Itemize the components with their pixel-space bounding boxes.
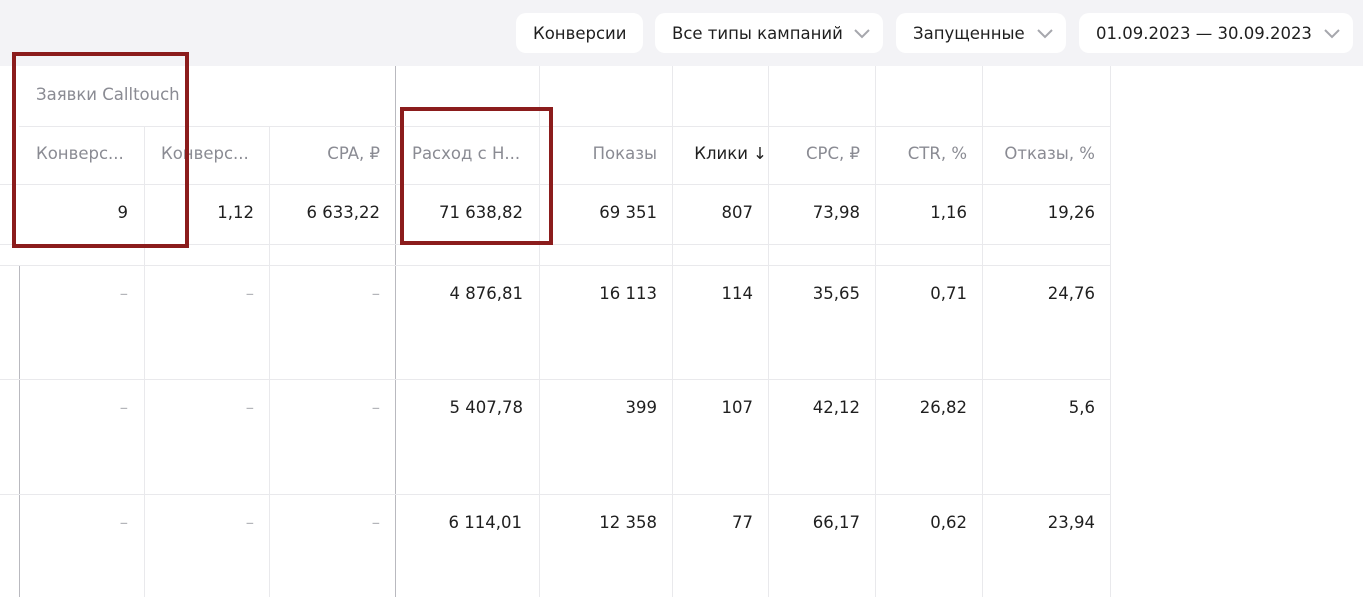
- total-conversions-2: 1,12: [217, 203, 254, 222]
- row-ctr: 0,71: [930, 284, 967, 303]
- filter-toolbar: Конверсии Все типы кампаний Запущенные 0…: [0, 0, 1363, 66]
- total-impressions: 69 351: [599, 203, 657, 222]
- total-bounces: 19,26: [1047, 203, 1095, 222]
- total-cpc: 73,98: [812, 203, 860, 222]
- column-divider: [1110, 66, 1111, 597]
- total-conversions-1: 9: [117, 203, 129, 222]
- group-header-calltouch: Заявки Calltouch: [36, 85, 180, 104]
- row-cpa: –: [371, 284, 380, 303]
- row-conversions-1: –: [119, 513, 128, 532]
- row-clicks: 107: [721, 398, 754, 417]
- total-cpa: 6 633,22: [306, 203, 380, 222]
- row-conversions-1: –: [119, 398, 128, 417]
- status-label: Запущенные: [913, 23, 1025, 43]
- row-conversions-2: –: [245, 398, 254, 417]
- row-left-divider: [19, 266, 20, 597]
- column-header-impressions[interactable]: Показы: [540, 144, 657, 163]
- row-bounces: 23,94: [1047, 513, 1095, 532]
- row-impressions: 12 358: [599, 513, 657, 532]
- column-header-conversions-1[interactable]: Конверс...: [36, 144, 136, 163]
- campaign-types-label: Все типы кампаний: [672, 23, 843, 43]
- row-divider: [0, 494, 1111, 495]
- row-cpa: –: [371, 513, 380, 532]
- row-bounces: 5,6: [1068, 398, 1095, 417]
- row-cpc: 35,65: [812, 284, 860, 303]
- row-divider: [0, 265, 1111, 266]
- date-range-label: 01.09.2023 — 30.09.2023: [1096, 23, 1312, 43]
- campaign-types-dropdown[interactable]: Все типы кампаний: [655, 13, 883, 53]
- column-header-bounces[interactable]: Отказы, %: [983, 144, 1095, 163]
- row-spend: 6 114,01: [448, 513, 522, 532]
- chevron-down-icon: [1037, 29, 1053, 39]
- row-impressions: 16 113: [599, 284, 657, 303]
- row-cpa: –: [371, 398, 380, 417]
- row-clicks: 77: [732, 513, 753, 532]
- row-clicks: 114: [721, 284, 754, 303]
- statistics-table: Заявки Calltouch Конверс... Конверс... C…: [0, 66, 1363, 597]
- row-conversions-1: –: [119, 284, 128, 303]
- column-header-ctr[interactable]: CTR, %: [876, 144, 967, 163]
- total-clicks: 807: [721, 203, 754, 222]
- conversions-button[interactable]: Конверсии: [516, 13, 643, 53]
- column-header-spend[interactable]: Расход с Н...: [412, 144, 537, 163]
- row-cpc: 42,12: [812, 398, 860, 417]
- total-ctr: 1,16: [930, 203, 967, 222]
- column-header-cpa[interactable]: CPA, ₽: [270, 144, 380, 163]
- total-spend: 71 638,82: [439, 203, 523, 222]
- row-bounces: 24,76: [1047, 284, 1095, 303]
- conversions-label: Конверсии: [533, 23, 627, 43]
- column-header-cpc[interactable]: CPC, ₽: [769, 144, 860, 163]
- row-ctr: 26,82: [919, 398, 967, 417]
- row-spend: 4 876,81: [449, 284, 523, 303]
- row-divider: [0, 244, 1111, 245]
- row-impressions: 399: [625, 398, 658, 417]
- date-range-dropdown[interactable]: 01.09.2023 — 30.09.2023: [1079, 13, 1353, 53]
- row-divider: [0, 184, 1111, 185]
- column-header-clicks[interactable]: Клики ↓: [673, 144, 767, 163]
- column-header-conversions-2[interactable]: Конверс...: [161, 144, 261, 163]
- row-ctr: 0,62: [930, 513, 967, 532]
- row-conversions-2: –: [245, 513, 254, 532]
- status-dropdown[interactable]: Запущенные: [896, 13, 1066, 53]
- chevron-down-icon: [1324, 29, 1340, 39]
- row-divider: [19, 126, 1111, 127]
- row-spend: 5 407,78: [449, 398, 523, 417]
- row-conversions-2: –: [245, 284, 254, 303]
- row-cpc: 66,17: [812, 513, 860, 532]
- chevron-down-icon: [854, 29, 870, 39]
- row-divider: [0, 379, 1111, 380]
